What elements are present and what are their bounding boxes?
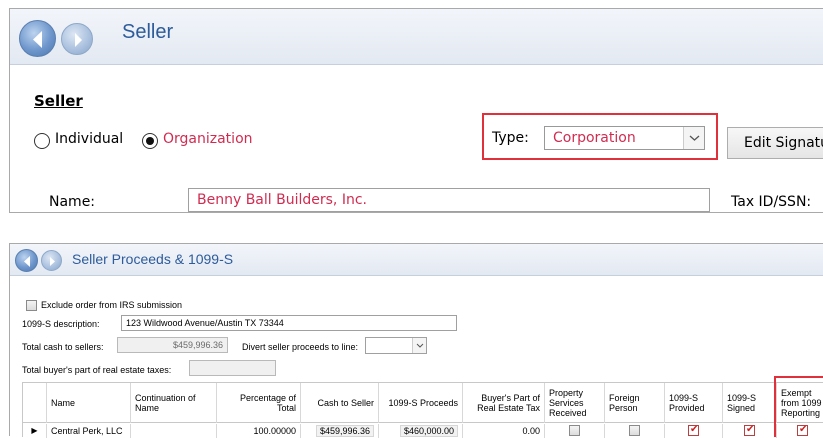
section-label-seller: Seller <box>34 92 83 110</box>
cell-cash-to-seller-value: $459,996.36 <box>315 425 374 437</box>
seller-header: Seller <box>10 9 823 65</box>
col-header-cash-to-seller[interactable]: Cash to Seller <box>301 383 379 423</box>
provided-checkbox[interactable] <box>688 423 699 437</box>
back-button[interactable] <box>19 20 56 57</box>
page-title: Seller <box>122 21 174 43</box>
chevron-down-icon[interactable] <box>683 127 704 149</box>
edit-signature-button[interactable]: Edit Signature <box>727 127 823 159</box>
total-cash-label: Total cash to sellers: <box>22 342 104 352</box>
radio-individual[interactable] <box>34 133 50 149</box>
col-header-percentage[interactable]: Percentage of Total <box>217 383 301 423</box>
total-cash-value: $459,996.36 <box>172 340 223 350</box>
name-input[interactable]: Benny Ball Builders, Inc. <box>188 188 710 212</box>
arrow-right-icon <box>75 33 82 47</box>
type-label: Type: <box>492 130 529 146</box>
total-cash-field: $459,996.36 <box>117 337 228 353</box>
back-button[interactable] <box>15 249 38 272</box>
exempt-highlight-box <box>774 376 823 437</box>
page-title: Seller Proceeds & 1099-S <box>72 251 234 267</box>
type-select[interactable]: Corporation <box>544 126 705 150</box>
arrow-left-icon <box>33 31 42 48</box>
cell-proceeds-value: $460,000.00 <box>399 425 458 437</box>
col-header-property-services[interactable]: Property Services Received <box>545 383 605 423</box>
type-select-value: Corporation <box>553 130 636 146</box>
description-input-value: 123 Wildwood Avenue/Austin TX 73344 <box>126 318 284 328</box>
divert-label: Divert seller proceeds to line: <box>242 342 359 352</box>
divert-select[interactable] <box>365 337 427 354</box>
radio-organization[interactable] <box>142 133 158 149</box>
exclude-irs-label: Exclude order from IRS submission <box>41 300 183 310</box>
col-header-continuation[interactable]: Continuation of Name <box>131 383 217 423</box>
signed-checkbox[interactable] <box>744 423 755 437</box>
chevron-down-icon[interactable] <box>412 338 426 353</box>
seller-panel: Seller Seller Individual Organization Ty… <box>9 8 823 213</box>
property-services-checkbox[interactable] <box>569 425 580 436</box>
radio-individual-label[interactable]: Individual <box>55 131 123 147</box>
arrow-left-icon <box>24 256 30 267</box>
name-input-value: Benny Ball Builders, Inc. <box>197 192 367 208</box>
foreign-person-checkbox[interactable] <box>629 425 640 436</box>
col-header-name[interactable]: Name <box>47 383 131 423</box>
forward-button[interactable] <box>41 250 62 271</box>
col-header-provided[interactable]: 1099-S Provided <box>665 383 723 423</box>
arrow-right-icon <box>50 257 55 266</box>
name-label: Name: <box>49 194 96 210</box>
exclude-irs-checkbox[interactable] <box>26 300 37 311</box>
proceeds-header: Seller Proceeds & 1099-S <box>10 244 823 276</box>
description-label: 1099-S description: <box>22 319 100 329</box>
buyer-part-field <box>189 360 276 376</box>
forward-button[interactable] <box>61 23 93 55</box>
col-header-foreign[interactable]: Foreign Person <box>605 383 665 423</box>
tax-id-label: Tax ID/SSN: <box>731 194 812 210</box>
sellers-grid: Name Continuation of Name Percentage of … <box>22 382 823 438</box>
grid-header: Name Continuation of Name Percentage of … <box>23 383 823 423</box>
radio-organization-label[interactable]: Organization <box>163 131 253 147</box>
buyer-part-label: Total buyer's part of real estate taxes: <box>22 365 172 375</box>
col-header-buyer-tax[interactable]: Buyer's Part of Real Estate Tax <box>463 383 545 423</box>
col-header-signed[interactable]: 1099-S Signed <box>723 383 777 423</box>
proceeds-panel: Seller Proceeds & 1099-S Exclude order f… <box>9 243 823 438</box>
description-input[interactable]: 123 Wildwood Avenue/Austin TX 73344 <box>121 315 457 331</box>
header-indicator-cell <box>23 383 47 423</box>
col-header-proceeds[interactable]: 1099-S Proceeds <box>379 383 463 423</box>
